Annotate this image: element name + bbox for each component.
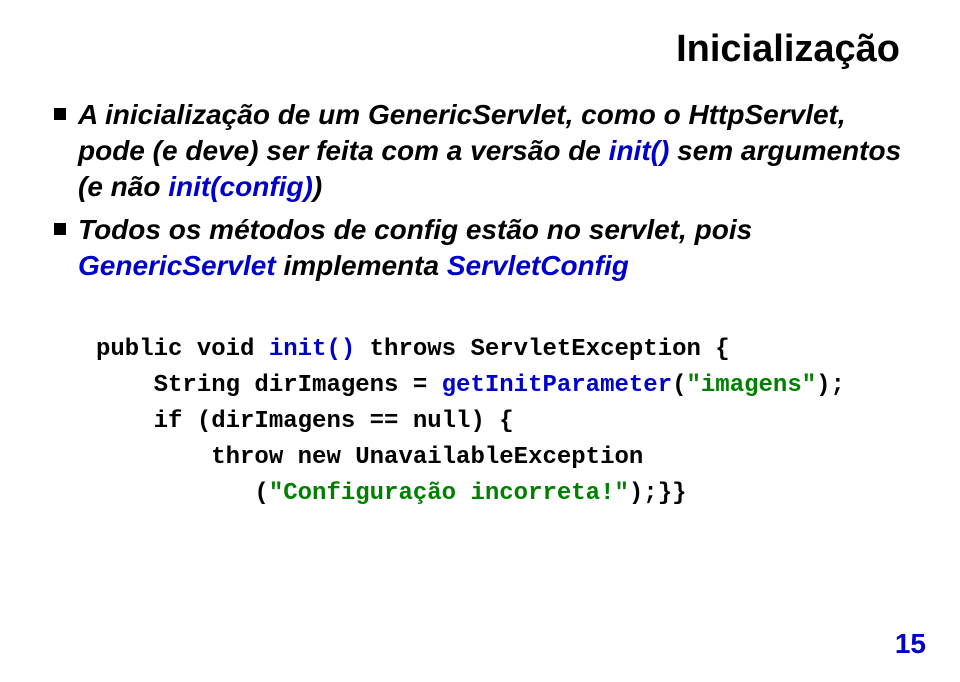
page-number: 15	[895, 628, 926, 660]
code-text: (	[672, 372, 686, 399]
bullet-emph: GenericServlet	[78, 250, 276, 281]
bullet-text: )	[313, 171, 322, 202]
bullet-list: A inicialização de um GenericServlet, co…	[50, 97, 910, 284]
code-text: if (dirImagens == null) {	[96, 408, 514, 435]
bullet-item: A inicialização de um GenericServlet, co…	[50, 97, 910, 204]
bullet-text: implementa	[276, 250, 447, 281]
code-string: "Configuração incorreta!"	[269, 480, 629, 507]
slide-title: Inicialização	[50, 28, 910, 71]
code-text: );}}	[629, 480, 687, 507]
code-text: (	[96, 480, 269, 507]
bullet-item: Todos os métodos de config estão no serv…	[50, 212, 910, 284]
bullet-emph: ServletConfig	[447, 250, 629, 281]
code-text: public void	[96, 336, 269, 363]
bullet-emph: init()	[609, 135, 670, 166]
code-keyword: getInitParameter	[442, 372, 672, 399]
bullet-emph: init(config)	[168, 171, 313, 202]
code-text: throw new UnavailableException	[96, 444, 643, 471]
code-text: throws ServletException {	[355, 336, 729, 363]
code-text: String dirImagens =	[96, 372, 442, 399]
code-string: "imagens"	[687, 372, 817, 399]
bullet-text: Todos os métodos de config estão no serv…	[78, 214, 752, 245]
code-keyword: init()	[269, 336, 355, 363]
code-text: );	[816, 372, 845, 399]
code-block: public void init() throws ServletExcepti…	[50, 332, 910, 512]
